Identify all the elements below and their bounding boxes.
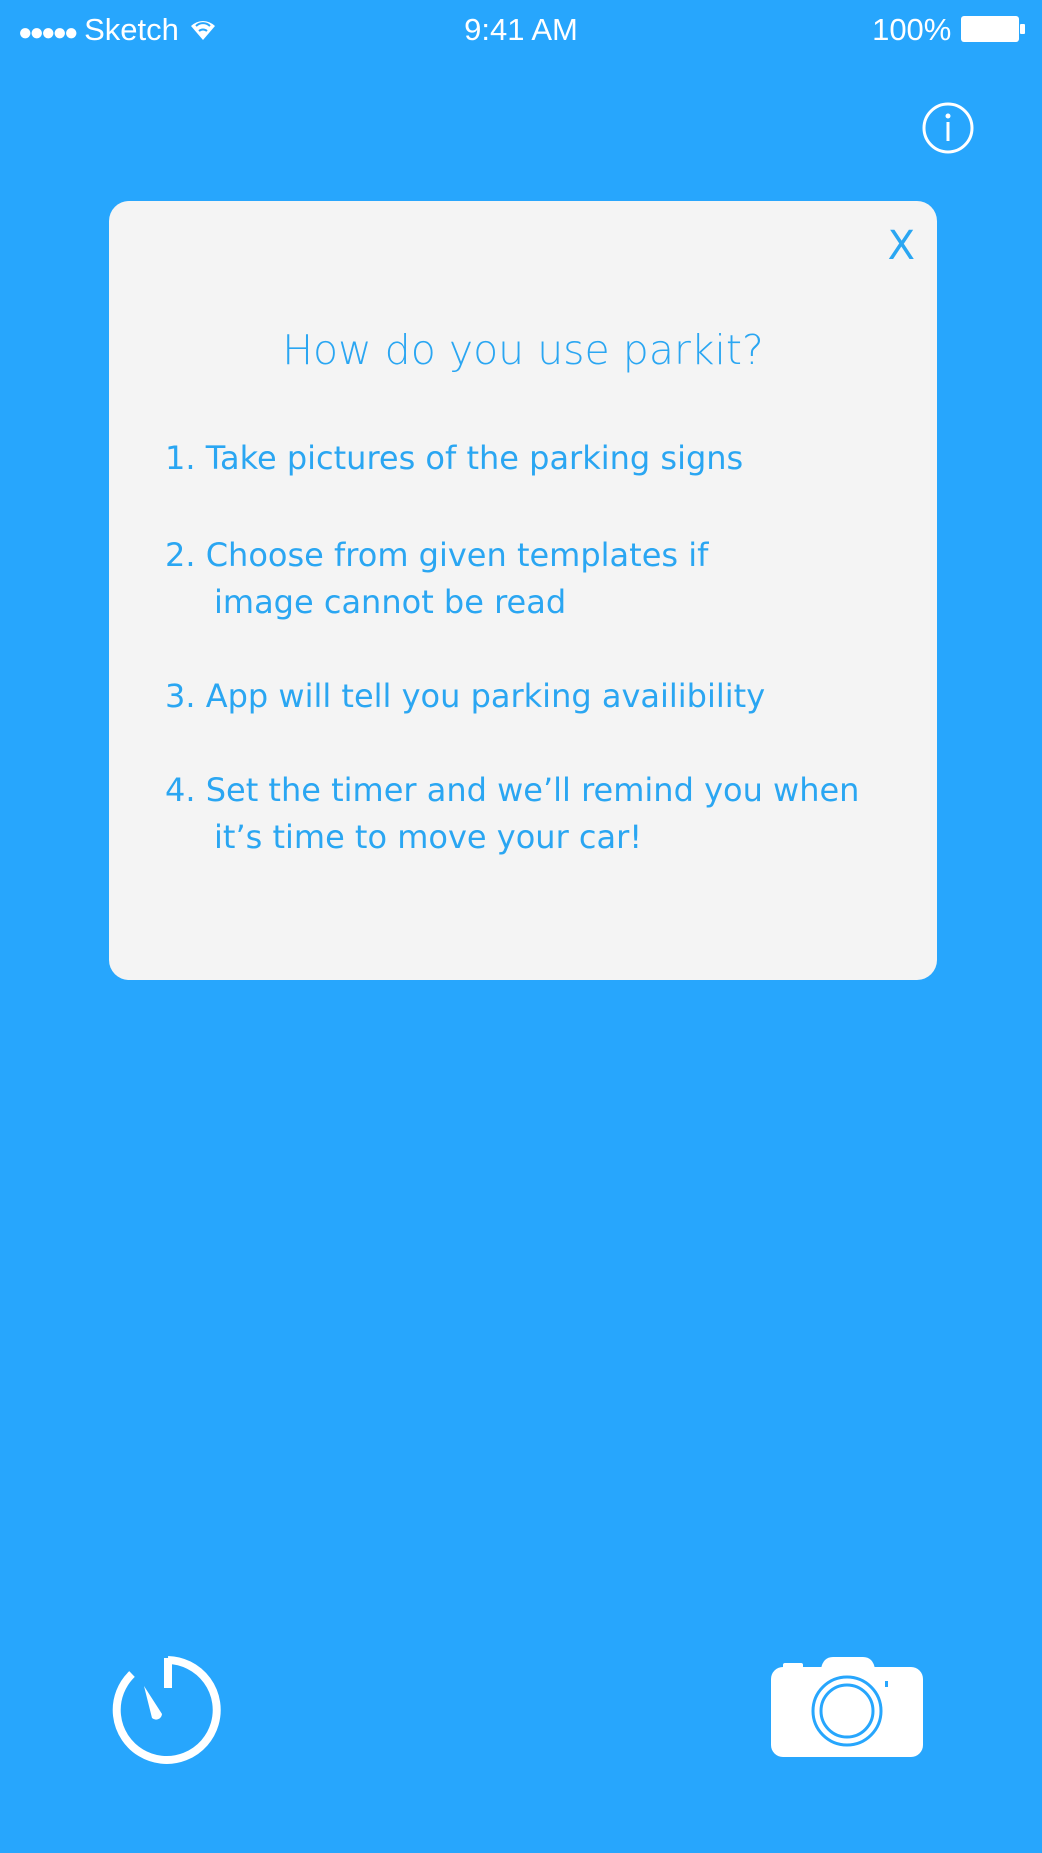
step-1: 1. Take pictures of the parking signs <box>165 435 743 482</box>
status-right: 100% <box>872 10 1026 50</box>
timer-icon[interactable] <box>110 1650 226 1766</box>
camera-icon[interactable] <box>771 1655 923 1757</box>
step-2: 2. Choose from given templates if image c… <box>165 532 708 626</box>
step-text-continued: it’s time to move your car! <box>214 818 643 856</box>
info-icon[interactable] <box>921 101 975 155</box>
battery-label: 100% <box>872 12 952 47</box>
step-3: 3. App will tell you parking availibilit… <box>165 673 765 720</box>
battery-icon <box>961 16 1025 42</box>
close-button[interactable]: X <box>888 223 915 269</box>
step-4: 4. Set the timer and we’ll remind you wh… <box>165 767 859 861</box>
step-text: 2. Choose from given templates if <box>165 536 709 574</box>
step-text: 1. Take pictures of the parking signs <box>165 439 744 477</box>
step-text: 4. Set the timer and we’ll remind you wh… <box>165 771 860 809</box>
how-to-modal: X How do you use parkit? 1. Take picture… <box>109 201 937 980</box>
step-text: 3. App will tell you parking availibilit… <box>165 677 766 715</box>
modal-title: How do you use parkit? <box>282 326 764 374</box>
step-text-continued: image cannot be read <box>214 583 567 621</box>
